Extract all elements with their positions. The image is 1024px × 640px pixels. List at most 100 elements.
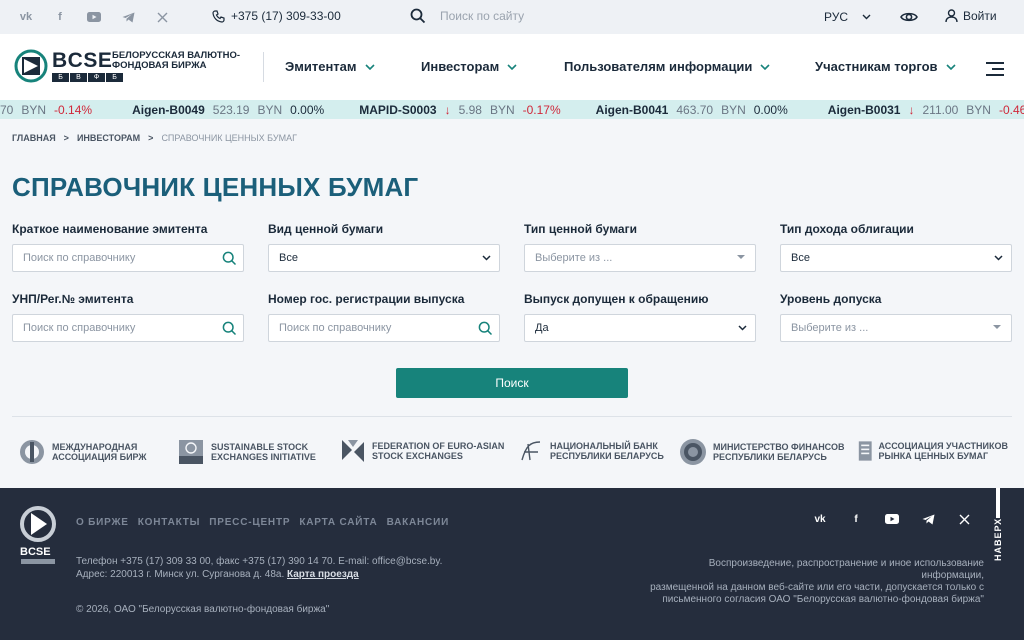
legal-line: Воспроизведение, распространение и иное … (708, 558, 984, 581)
breadcrumb-home[interactable]: Главная (12, 133, 56, 143)
ticker-item[interactable]: 5.70 BYN -0.14% (0, 103, 92, 117)
filter-label: Номер гос. регистрации выпуска (268, 292, 465, 306)
nav-item-label: Пользователям информации (564, 59, 753, 74)
unp-input[interactable]: Поиск по справочнику (12, 314, 244, 342)
security-type-select[interactable]: Выберите из ... (524, 244, 756, 272)
footer-link-sitemap[interactable]: КАРТА САЙТА (299, 517, 377, 528)
select-value: Все (791, 252, 810, 264)
partner-line: Exchanges Initiative (211, 452, 316, 462)
nav-item-investors[interactable]: Инвесторам (421, 59, 564, 74)
ticker-item[interactable]: Aigen-B0031 ↓ 211.00 BYN -0.46% (828, 103, 1024, 117)
partner-line: Республики Беларусь (550, 451, 664, 461)
site-logo[interactable]: BCSE Б В Ф Б (14, 49, 123, 83)
login-label: Войти (963, 9, 997, 23)
menu-burger-icon[interactable] (986, 62, 1004, 76)
footer-link-press[interactable]: ПРЕСС-ЦЕНТР (209, 517, 290, 528)
footer-contacts-phone: Телефон +375 (17) 309 33 00, факс +375 (… (76, 556, 443, 567)
top-phone[interactable]: +375 (17) 309-33-00 (212, 9, 341, 23)
scroll-to-top-label[interactable]: НАВЕРХ (993, 518, 1003, 561)
caret-down-icon (737, 255, 745, 259)
nav-item-label: Эмитентам (285, 59, 357, 74)
bond-income-select[interactable]: Все (780, 244, 1012, 272)
partner-line: рынка ценных бумаг (878, 451, 989, 461)
site-search-input[interactable] (440, 9, 640, 23)
reg-number-input[interactable]: Поиск по справочнику (268, 314, 500, 342)
bcse-logo-icon (14, 49, 48, 83)
partner-apu[interactable]: Ассоциация участников рынка ценных бумаг (858, 438, 1008, 464)
footer-legal-notice: Воспроизведение, распространение и иное … (644, 558, 984, 606)
ticker-symbol: MAPID-S0003 (359, 103, 437, 117)
main-nav: Эмитентам Инвесторам Пользователям инфор… (285, 59, 956, 74)
search-icon[interactable] (478, 321, 493, 336)
user-icon (945, 9, 958, 23)
partner-nbrb[interactable]: Национальный банк Республики Беларусь (518, 438, 664, 464)
ticker-price: 5.98 (458, 103, 482, 117)
telegram-icon[interactable] (920, 512, 936, 526)
chevron-down-icon (482, 255, 491, 261)
footer-copyright: © 2026, ОАО "Белорусская валютно-фондова… (76, 604, 330, 615)
access-level-select[interactable]: Выберите из ... (780, 314, 1012, 342)
breadcrumb-investors[interactable]: Инвесторам (77, 133, 140, 143)
facebook-icon[interactable]: f (848, 512, 864, 526)
x-icon[interactable] (956, 512, 972, 526)
ticker-item[interactable]: MAPID-S0003 ↓ 5.98 BYN -0.17% (359, 103, 560, 117)
nav-item-label: Участникам торгов (815, 59, 938, 74)
caret-down-icon (993, 325, 1001, 329)
partner-feas[interactable]: Federation of Euro-Asian Stock Exchanges (340, 438, 504, 464)
login-button[interactable]: Войти (945, 9, 997, 23)
search-button[interactable]: Поиск (396, 368, 628, 398)
partner-sse[interactable]: Sustainable Stock Exchanges Initiative (178, 438, 316, 466)
nav-item-info-users[interactable]: Пользователям информации (564, 59, 815, 74)
chevron-down-icon (507, 63, 517, 70)
chevron-down-icon (760, 63, 770, 70)
search-icon[interactable] (222, 321, 237, 336)
quotes-ticker: 5.70 BYN -0.14% Aigen-B0049 523.19 BYN 0… (0, 100, 1024, 119)
search-icon[interactable] (222, 251, 237, 266)
vk-icon[interactable]: vk (812, 512, 828, 526)
nav-item-issuers[interactable]: Эмитентам (285, 59, 421, 74)
input-placeholder: Поиск по справочнику (279, 322, 392, 334)
partner-wfe[interactable]: Международная ассоциация бирж (18, 438, 147, 466)
svg-text:BCSE: BCSE (20, 546, 51, 558)
filter-label: Вид ценной бумаги (268, 222, 384, 236)
logo-subletters: Б В Ф Б (52, 72, 123, 82)
x-icon[interactable] (154, 9, 170, 25)
footer-link-about[interactable]: О БИРЖЕ (76, 517, 129, 528)
ticker-change: -0.17% (522, 103, 561, 117)
partner-line: Stock Exchanges (372, 451, 463, 461)
footer-social-links: vk f (812, 512, 972, 526)
partner-line: ассоциация бирж (52, 452, 147, 462)
page-title: СПРАВОЧНИК ЦЕННЫХ БУМАГ (12, 172, 419, 202)
scroll-to-top-bar[interactable] (996, 488, 1000, 518)
ticker-item[interactable]: Aigen-B0049 523.19 BYN 0.00% (132, 103, 324, 117)
search-icon[interactable] (410, 8, 426, 24)
logo-letter: Б (52, 72, 69, 82)
footer-link-contacts[interactable]: КОНТАКТЫ (138, 517, 200, 528)
footer-logo[interactable]: BCSE (19, 505, 57, 572)
ticker-currency: BYN (721, 103, 746, 117)
filter-issuer-name: Краткое наименование эмитента Поиск по с… (12, 222, 244, 272)
partner-minfin[interactable]: Министерство финансов Республики Беларусь (679, 438, 844, 466)
admitted-select[interactable]: Да (524, 314, 756, 342)
issuer-name-input[interactable]: Поиск по справочнику (12, 244, 244, 272)
footer-link-vacancies[interactable]: ВАКАНСИИ (387, 517, 450, 528)
accessibility-eye-icon[interactable] (900, 8, 918, 31)
nav-item-label: Инвесторам (421, 59, 500, 74)
ticker-symbol: Aigen-B0049 (132, 103, 205, 117)
vk-icon[interactable]: vk (18, 9, 34, 25)
phone-number[interactable]: +375 (17) 309-33-00 (231, 9, 341, 23)
ticker-price: 211.00 (922, 103, 959, 117)
facebook-icon[interactable]: f (52, 9, 68, 25)
ticker-currency: BYN (489, 103, 515, 117)
youtube-icon[interactable] (86, 9, 102, 25)
ticker-item[interactable]: Aigen-B0041 463.70 BYN 0.00% (596, 103, 788, 117)
partner-line: Sustainable Stock (211, 442, 309, 452)
nav-item-traders[interactable]: Участникам торгов (815, 59, 956, 74)
language-selector[interactable]: РУС (824, 10, 871, 24)
security-kind-select[interactable]: Все (268, 244, 500, 272)
telegram-icon[interactable] (120, 9, 136, 25)
map-link[interactable]: Карта проезда (287, 569, 359, 580)
youtube-icon[interactable] (884, 512, 900, 526)
filter-security-kind: Вид ценной бумаги Все (268, 222, 500, 272)
ticker-price: 5.70 (0, 103, 14, 117)
